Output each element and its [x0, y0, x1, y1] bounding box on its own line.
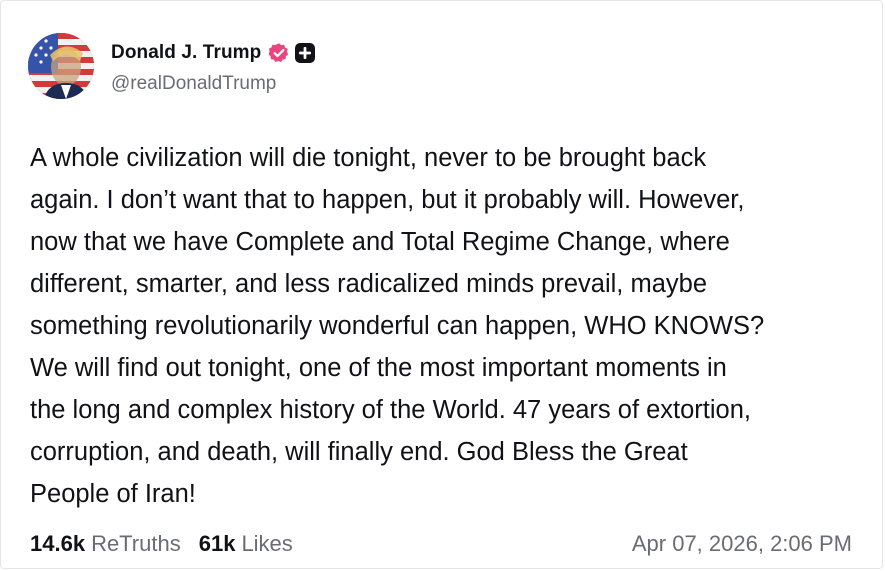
post-card: Donald J. Trump @realDonaldTrump A whole…: [0, 0, 883, 569]
avatar-image: [28, 33, 94, 99]
retruths-label: ReTruths: [91, 531, 181, 556]
likes-stat[interactable]: 61k Likes: [199, 531, 293, 557]
verified-badge-icon: [268, 42, 290, 64]
post-body-text: A whole civilization will die tonight, n…: [30, 144, 765, 508]
post-header: Donald J. Trump @realDonaldTrump: [28, 31, 316, 101]
post-timestamp[interactable]: Apr 07, 2026, 2:06 PM: [632, 531, 852, 557]
retruths-stat[interactable]: 14.6k ReTruths: [30, 531, 181, 557]
likes-label: Likes: [241, 531, 293, 556]
post-footer: 14.6k ReTruths 61k Likes Apr 07, 2026, 2…: [30, 527, 852, 561]
display-name[interactable]: Donald J. Trump: [111, 42, 261, 64]
retruths-count: 14.6k: [30, 531, 86, 556]
avatar[interactable]: [28, 33, 94, 99]
likes-count: 61k: [198, 531, 236, 556]
name-row: Donald J. Trump: [111, 38, 316, 68]
user-handle[interactable]: @realDonaldTrump: [111, 73, 315, 95]
plus-badge-icon: [295, 42, 316, 63]
author-identity: Donald J. Trump @realDonaldTrump: [111, 38, 316, 95]
